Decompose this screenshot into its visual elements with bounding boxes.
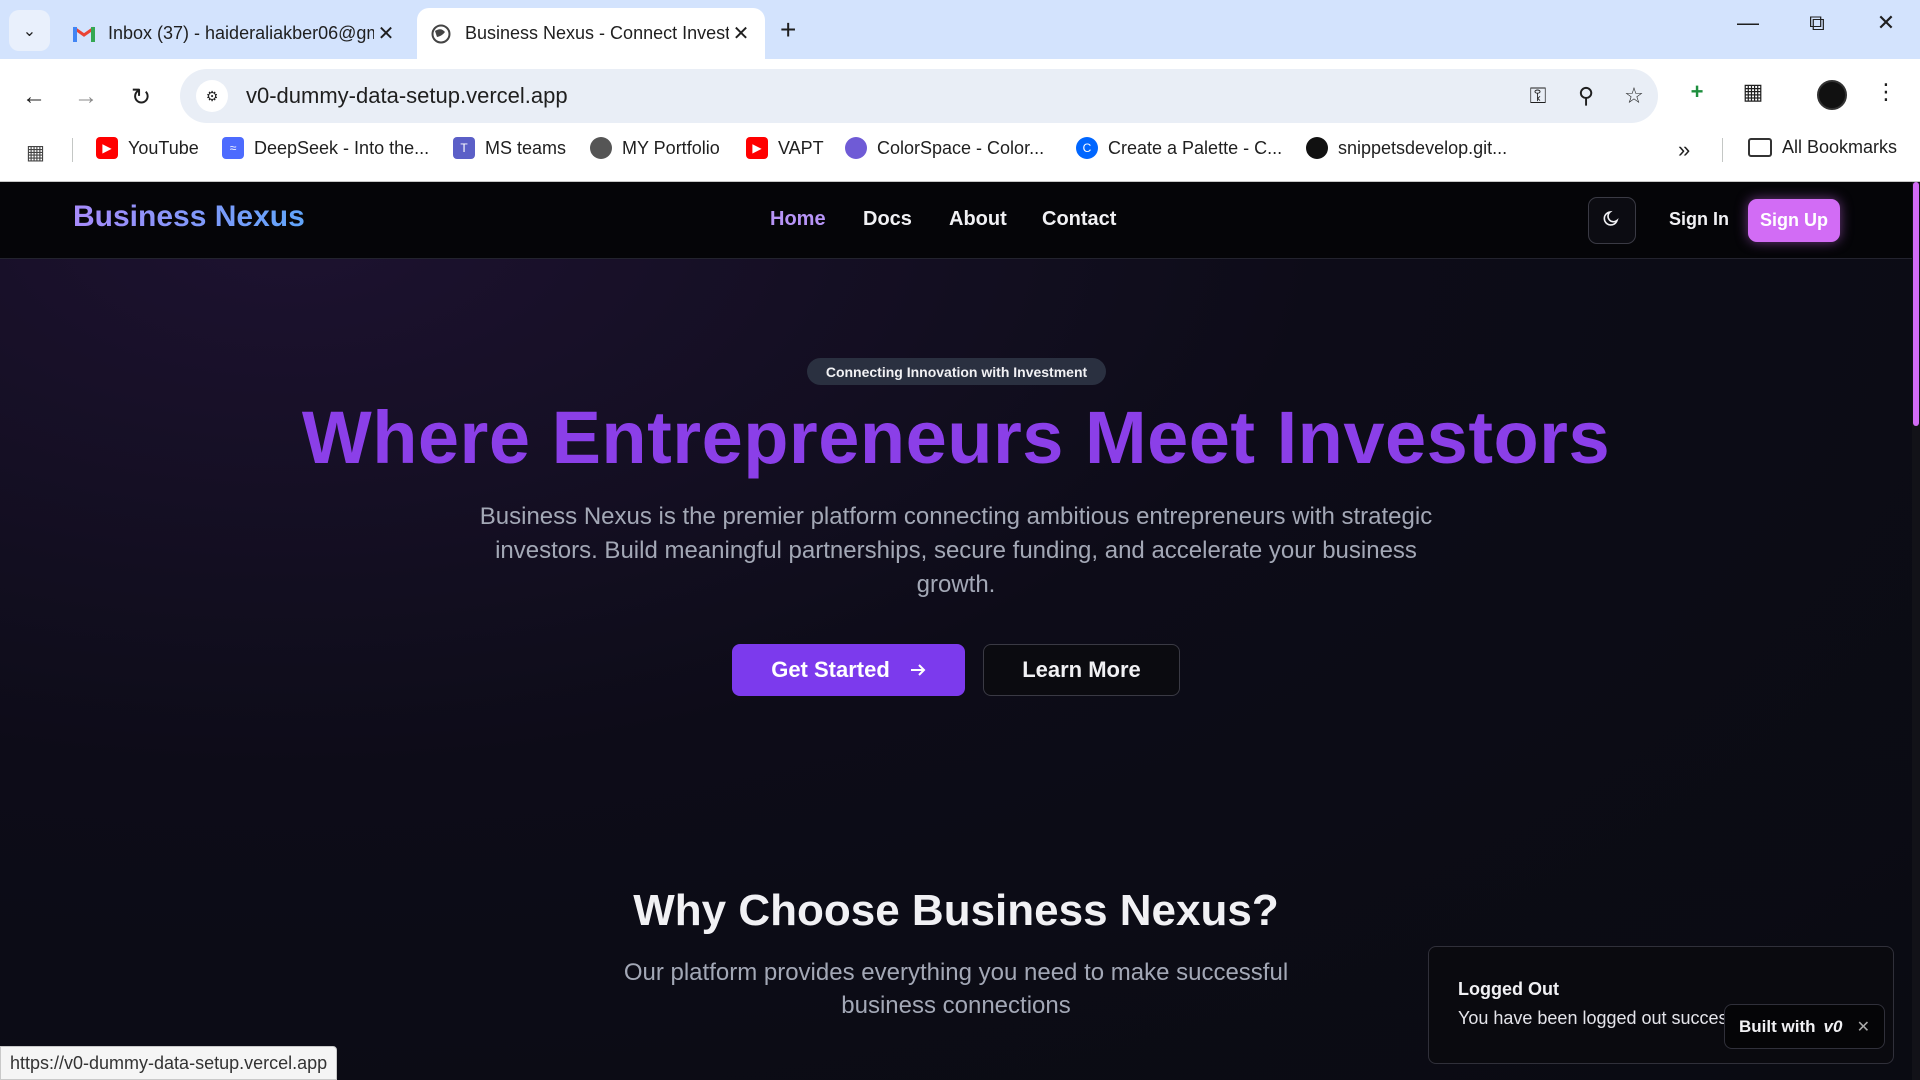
- deepseek-icon: ≈: [222, 137, 244, 159]
- hero-title: Where Entrepreneurs Meet Investors: [301, 396, 1611, 479]
- password-key-icon[interactable]: ⚿: [1514, 83, 1562, 109]
- globe-icon: [590, 137, 612, 159]
- built-with-v0-badge[interactable]: Built with v0 ✕: [1724, 1004, 1885, 1049]
- nav-home[interactable]: Home: [770, 208, 826, 231]
- apps-grid-icon[interactable]: ▦: [26, 140, 45, 165]
- close-icon[interactable]: ✕: [1857, 1017, 1870, 1037]
- features-subtitle: Our platform provides everything you nee…: [623, 959, 1289, 1019]
- nav-docs[interactable]: Docs: [863, 208, 912, 231]
- bookmark-label: MY Portfolio: [622, 137, 720, 158]
- built-with-label: Built with: [1739, 1016, 1816, 1036]
- teams-icon: T: [453, 137, 475, 159]
- tab-title: Business Nexus - Connect Investors: [465, 23, 729, 43]
- site-header: Business Nexus Home Docs About Contact S…: [0, 182, 1912, 259]
- menu-kebab-icon[interactable]: ⋮: [1868, 79, 1904, 105]
- extension-plus-icon[interactable]: +: [1679, 79, 1715, 105]
- profile-avatar[interactable]: [1817, 80, 1847, 110]
- bookmark-github[interactable]: snippetsdevelop.git...: [1306, 137, 1507, 159]
- close-icon[interactable]: ✕: [374, 21, 398, 46]
- bookmark-deepseek[interactable]: ≈ DeepSeek - Into the...: [222, 137, 429, 159]
- bookmark-vapt[interactable]: ▶ VAPT: [746, 137, 824, 159]
- bookmark-separator: [72, 138, 73, 162]
- tab-strip: ⌄ Inbox (37) - haideraliakber06@gmail.co…: [0, 0, 1920, 59]
- bookmark-youtube[interactable]: ▶ YouTube: [96, 137, 199, 159]
- nav-contact[interactable]: Contact: [1042, 208, 1116, 231]
- bookmark-label: MS teams: [485, 137, 567, 158]
- back-button[interactable]: ←: [16, 79, 52, 115]
- bookmark-coolors[interactable]: C Create a Palette - C...: [1076, 137, 1282, 159]
- learn-more-button[interactable]: Learn More: [983, 644, 1180, 696]
- brand-logo[interactable]: Business Nexus: [73, 200, 305, 234]
- address-bar[interactable]: ⚙ v0-dummy-data-setup.vercel.app ⚿ ⚲ ☆: [180, 69, 1658, 123]
- bookmark-label: snippetsdevelop.git...: [1338, 137, 1508, 158]
- v0-logo-icon: v0: [1823, 1016, 1843, 1036]
- close-window-button[interactable]: ✕: [1866, 10, 1906, 36]
- all-bookmarks-label: All Bookmarks: [1782, 137, 1898, 157]
- bookmark-colorspace[interactable]: ColorSpace - Color...: [845, 137, 1044, 159]
- reload-button[interactable]: ↻: [123, 79, 159, 115]
- sign-up-button[interactable]: Sign Up: [1748, 199, 1840, 242]
- toast-description: You have been logged out successfully.: [1458, 1008, 1748, 1028]
- sign-in-button[interactable]: Sign In: [1669, 209, 1729, 230]
- extensions-puzzle-icon[interactable]: ▦: [1735, 79, 1771, 105]
- zoom-icon[interactable]: ⚲: [1562, 83, 1610, 109]
- scrollbar-thumb[interactable]: [1913, 182, 1919, 426]
- chevron-down-icon: ⌄: [22, 22, 37, 40]
- bookmark-label: DeepSeek - Into the...: [254, 137, 430, 158]
- browser-toolbar: ← → ↻ ⚙ v0-dummy-data-setup.vercel.app ⚿…: [0, 59, 1920, 189]
- bookmark-label: VAPT: [778, 137, 824, 158]
- tab-gmail[interactable]: Inbox (37) - haideraliakber06@gmail.com …: [60, 8, 410, 59]
- bookmark-my-portfolio[interactable]: MY Portfolio: [590, 137, 720, 159]
- restore-button[interactable]: ⧉: [1797, 10, 1837, 36]
- status-bar-url: https://v0-dummy-data-setup.vercel.app: [0, 1046, 338, 1080]
- theme-toggle-button[interactable]: [1588, 197, 1636, 244]
- url-text[interactable]: v0-dummy-data-setup.vercel.app: [246, 83, 1514, 109]
- minimize-button[interactable]: —: [1728, 10, 1768, 36]
- more-bookmarks-chevron-icon[interactable]: »: [1678, 137, 1690, 163]
- tab-business-nexus[interactable]: Business Nexus - Connect Investors ✕: [417, 8, 765, 59]
- get-started-label: Get Started: [771, 657, 890, 682]
- bookmark-label: YouTube: [128, 137, 199, 158]
- tab-search-button[interactable]: ⌄: [9, 10, 50, 51]
- bookmark-ms-teams[interactable]: T MS teams: [453, 137, 566, 159]
- bookmark-separator: [1722, 138, 1723, 162]
- folder-icon: [1748, 138, 1772, 157]
- tab-title: Inbox (37) - haideraliakber06@gmail.com: [108, 23, 374, 43]
- site-info-icon[interactable]: ⚙: [196, 80, 228, 112]
- get-started-button[interactable]: Get Started: [732, 644, 965, 696]
- hero-description: Business Nexus is the premier platform c…: [479, 503, 1433, 598]
- page-viewport: Business Nexus Home Docs About Contact S…: [0, 182, 1920, 1080]
- bookmark-label: Create a Palette - C...: [1108, 137, 1283, 158]
- forward-button[interactable]: →: [68, 79, 104, 115]
- nav-about[interactable]: About: [949, 208, 1007, 231]
- close-icon[interactable]: ✕: [729, 21, 753, 46]
- globe-icon: [429, 22, 453, 46]
- features-title: Why Choose Business Nexus?: [633, 886, 1279, 935]
- coolors-icon: C: [1076, 137, 1098, 159]
- bookmark-star-icon[interactable]: ☆: [1610, 83, 1658, 109]
- new-tab-button[interactable]: +: [780, 14, 796, 46]
- arrow-right-icon: [910, 657, 926, 683]
- toast-title: Logged Out: [1458, 979, 1559, 999]
- youtube-icon: ▶: [96, 137, 118, 159]
- gmail-icon: [72, 22, 96, 46]
- all-bookmarks-button[interactable]: All Bookmarks: [1748, 137, 1897, 158]
- colorspace-icon: [845, 137, 867, 159]
- youtube-icon: ▶: [746, 137, 768, 159]
- github-icon: [1306, 137, 1328, 159]
- moon-icon: [1603, 209, 1621, 233]
- bookmark-label: ColorSpace - Color...: [877, 137, 1045, 158]
- hero-badge: Connecting Innovation with Investment: [807, 358, 1106, 385]
